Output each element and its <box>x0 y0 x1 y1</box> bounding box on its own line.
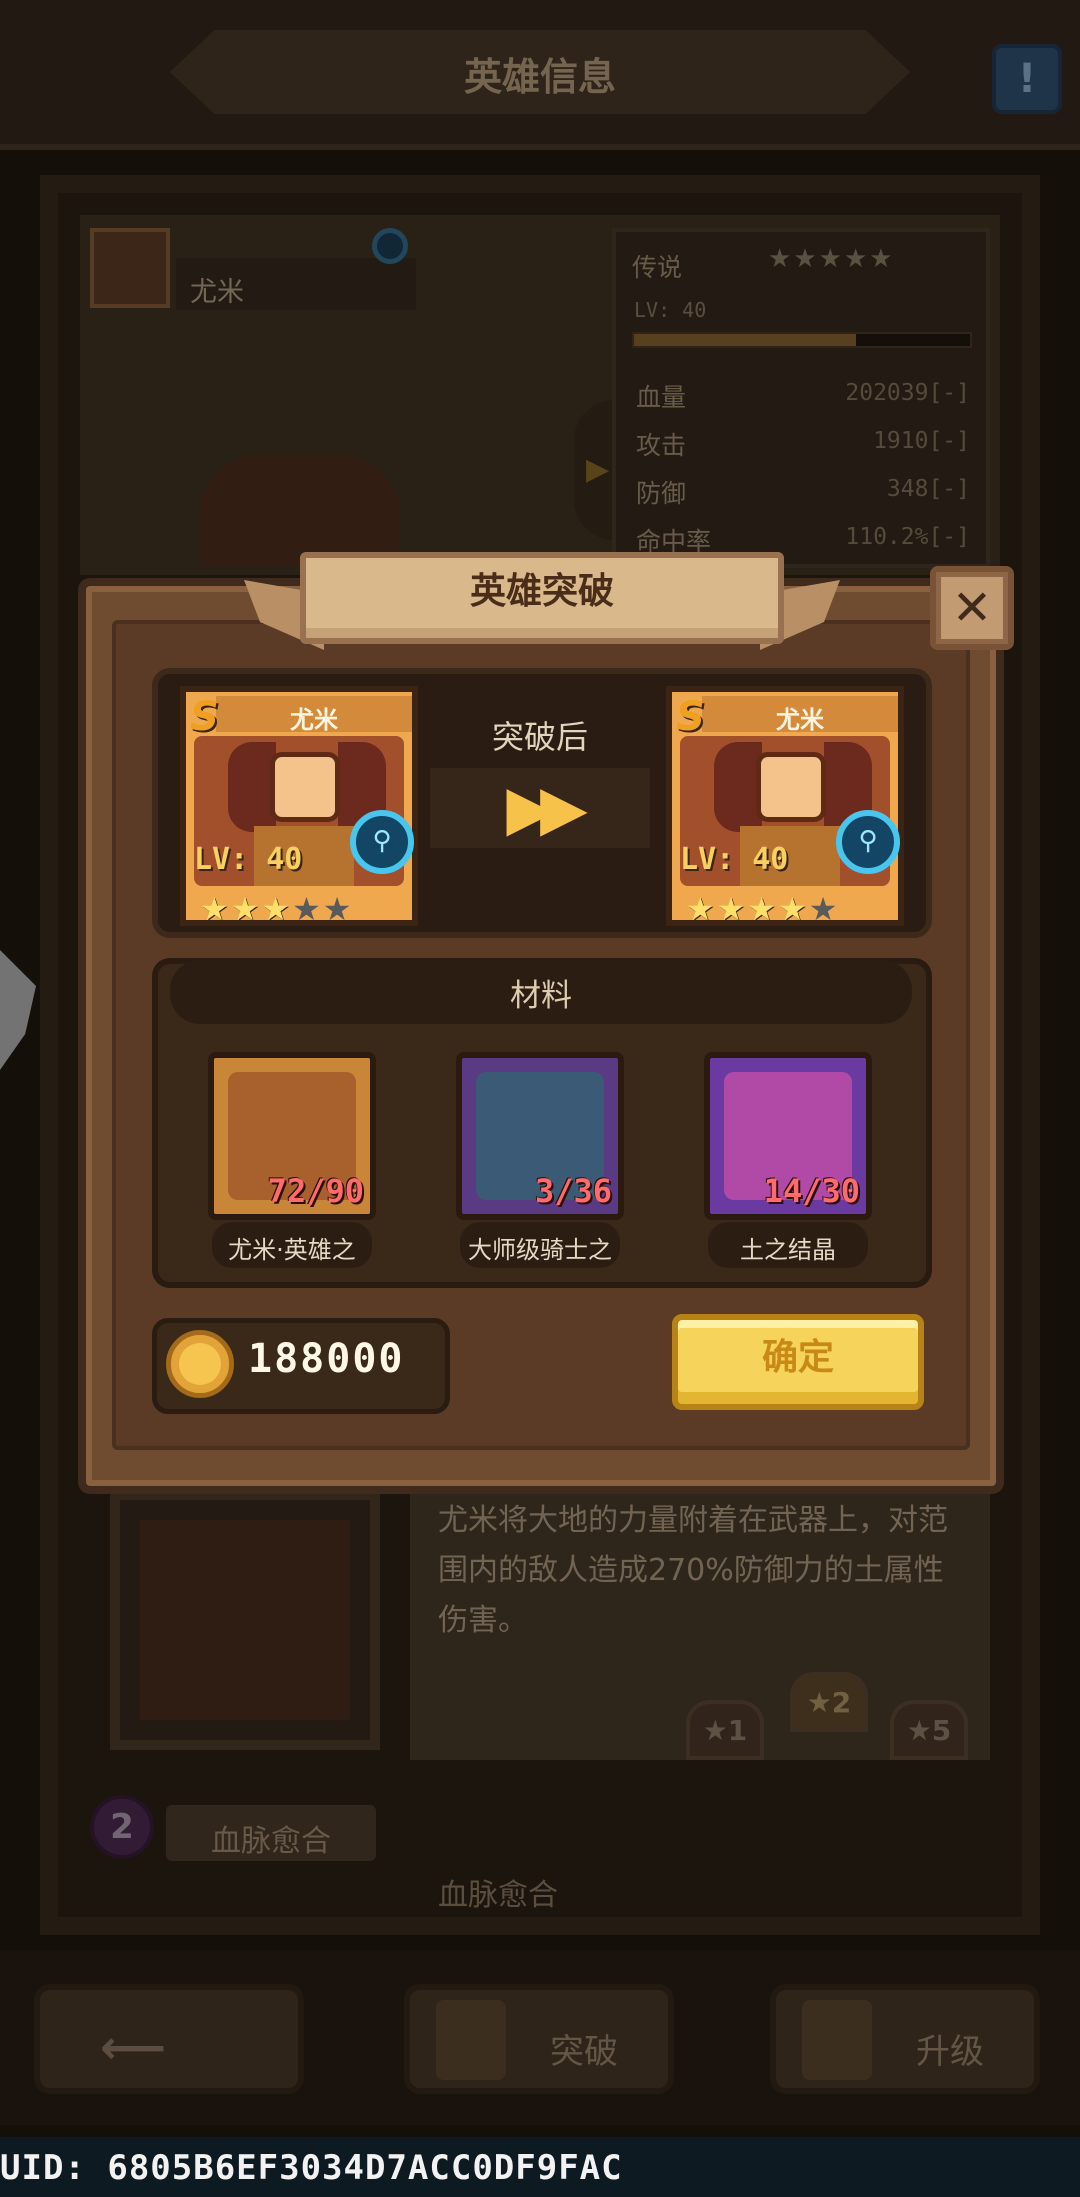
hero-card-after[interactable]: S 尤米 LV: 40 ⚲ ★★★★★ <box>666 686 904 926</box>
card-hero-name: 尤米 <box>776 706 824 734</box>
material-slot-hero-soul[interactable]: 72/90 <box>208 1052 376 1220</box>
gold-cost: 188000 <box>248 1336 405 1382</box>
material-count: 14/30 <box>763 1172 860 1210</box>
star-icon: ★ <box>261 890 293 928</box>
dialog-title: 英雄突破 <box>469 571 614 612</box>
card-hero-name: 尤米 <box>290 706 338 734</box>
fast-forward-icon: ▶▶ <box>506 771 587 844</box>
material-count: 72/90 <box>267 1172 364 1210</box>
close-button[interactable]: ✕ <box>930 566 1014 650</box>
material-slot-knight-emblem[interactable]: 3/36 <box>456 1052 624 1220</box>
card-stars: ★★★★★ <box>200 892 353 926</box>
after-breakthrough-label: 突破后 <box>491 718 588 756</box>
material-name: 土之结晶 <box>740 1236 836 1264</box>
material-name: 大师级骑士之 <box>468 1236 612 1264</box>
card-stars: ★★★★★ <box>686 892 839 926</box>
hero-card-before[interactable]: S 尤米 LV: 40 ⚲ ★★★★★ <box>180 686 418 926</box>
star-icon: ★ <box>292 890 323 928</box>
card-level: LV: 40 <box>680 842 789 877</box>
star-icon: ★ <box>686 890 717 928</box>
confirm-button-label: 确定 <box>761 1337 834 1378</box>
star-icon: ★ <box>230 890 262 928</box>
rank-badge: S <box>190 694 219 740</box>
material-slot-earth-crystal[interactable]: 14/30 <box>704 1052 872 1220</box>
star-icon: ★ <box>808 890 840 928</box>
star-icon: ★ <box>200 890 231 928</box>
star-icon: ★ <box>747 890 779 928</box>
star-icon: ★ <box>716 890 748 928</box>
material-name: 尤米·英雄之 <box>228 1236 356 1264</box>
magnifier-icon[interactable]: ⚲ <box>836 810 900 874</box>
gold-coin-icon <box>166 1330 234 1398</box>
rank-badge: S <box>676 694 705 740</box>
uid-text: UID: 6805B6EF3034D7ACC0DF9FAC <box>0 2148 623 2188</box>
star-icon: ★ <box>778 890 809 928</box>
close-icon: ✕ <box>951 580 993 636</box>
material-count: 3/36 <box>534 1172 612 1210</box>
materials-title: 材料 <box>510 978 572 1014</box>
magnifier-icon[interactable]: ⚲ <box>350 810 414 874</box>
star-icon: ★ <box>322 890 354 928</box>
card-level: LV: 40 <box>194 842 303 877</box>
